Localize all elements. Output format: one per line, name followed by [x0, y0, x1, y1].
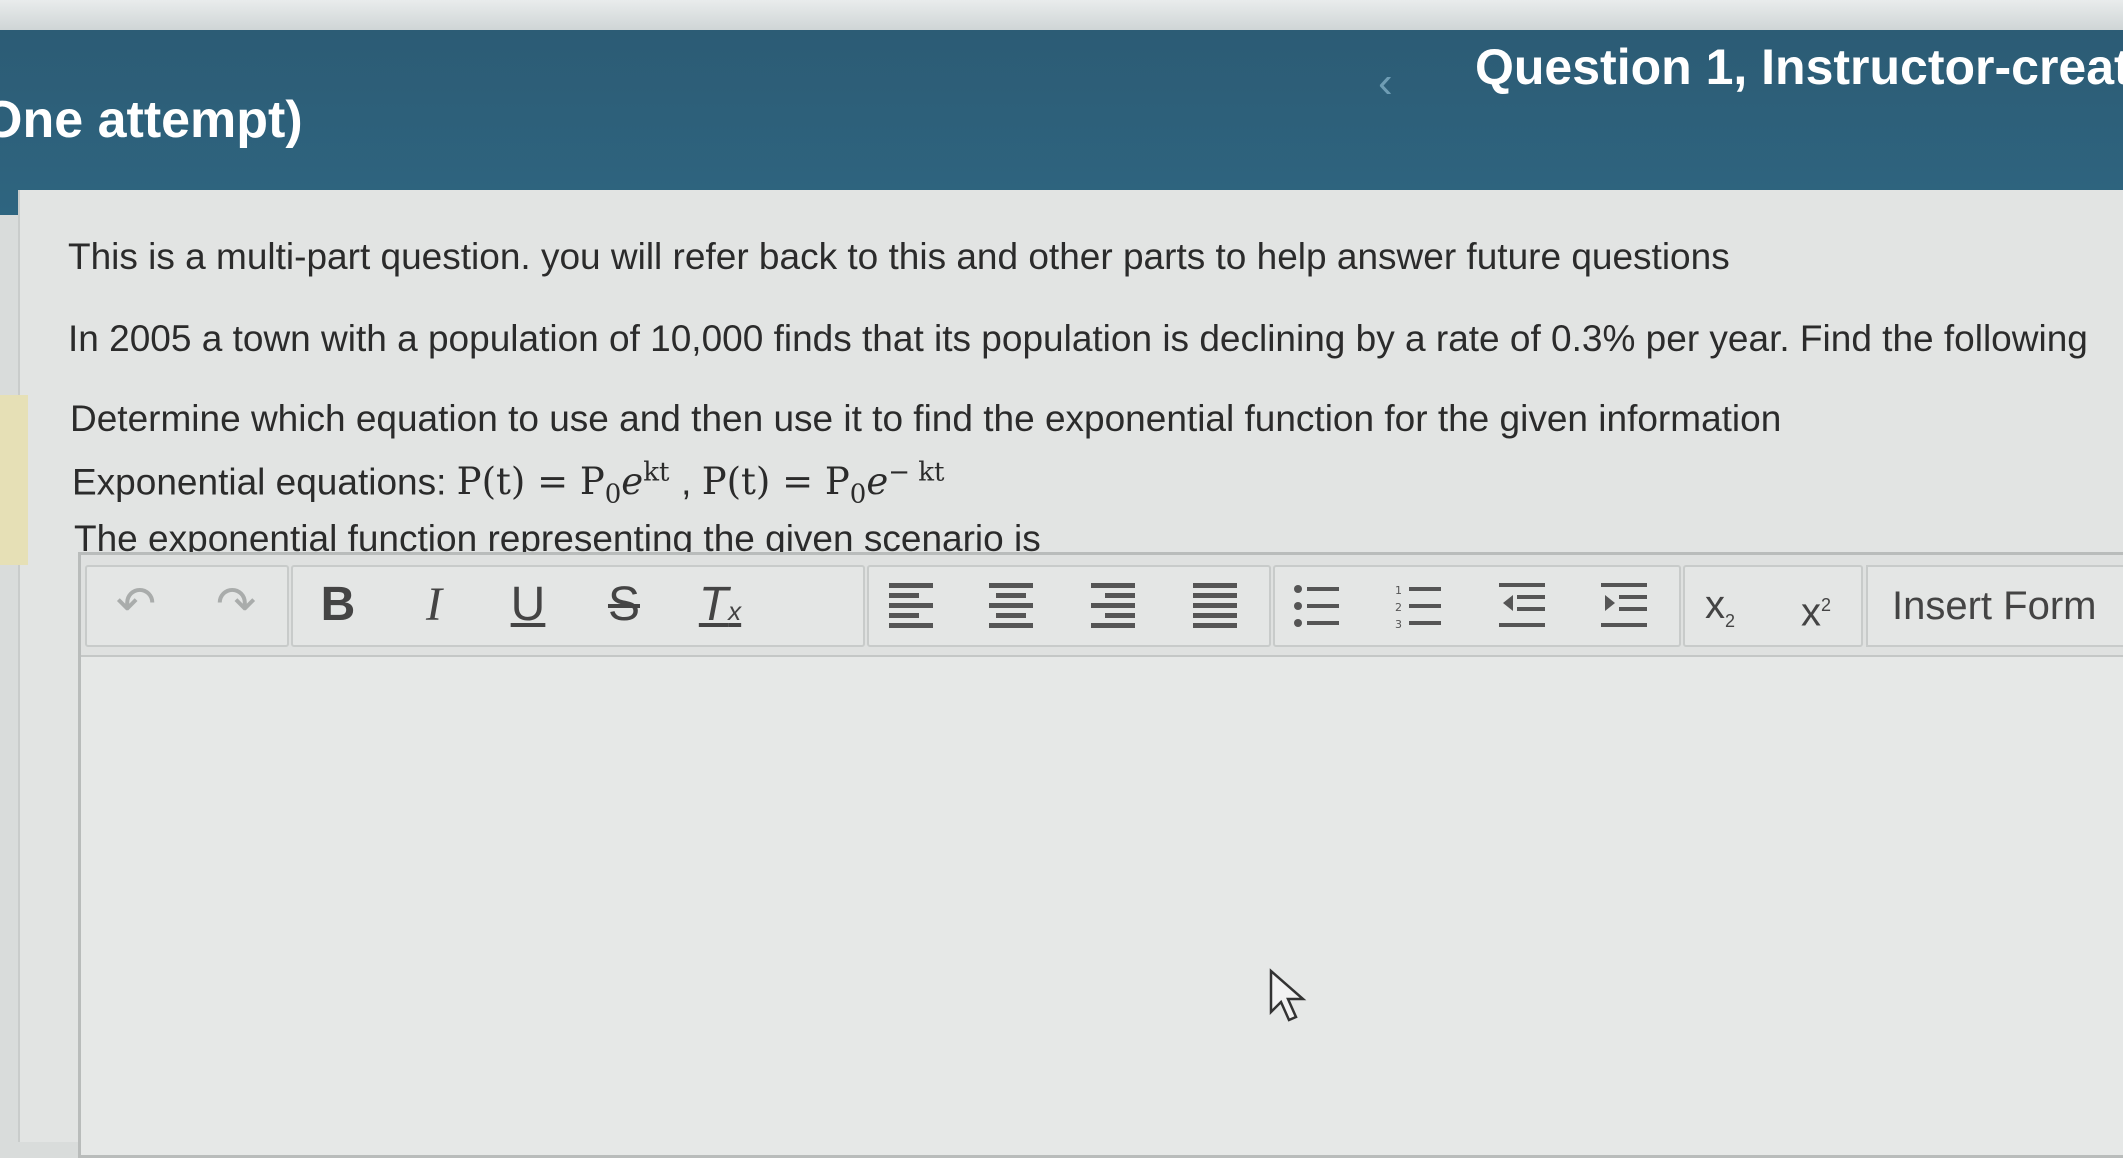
equations-line: Exponential equations: P(t) = P0ekt , P(…: [72, 458, 945, 510]
svg-text:2: 2: [1395, 601, 1402, 614]
superscript-button[interactable]: x2: [1781, 577, 1851, 634]
header-bar: One attempt) ‹ Question 1, Instructor-cr…: [0, 0, 2123, 215]
question-intro: This is a multi-part question. you will …: [68, 236, 1730, 277]
svg-text:1: 1: [1395, 584, 1402, 597]
indent-icon[interactable]: [1601, 583, 1647, 629]
equation-decay: P(t) = P0e− kt: [701, 458, 945, 510]
align-justify-icon[interactable]: [1193, 583, 1237, 629]
answer-text-area[interactable]: [81, 657, 2123, 1155]
editor-toolbar: ↶ ↷ B I U S Tx 1 2 3 x2 x2 Insert Form: [81, 555, 2123, 657]
question-instruction: Determine which equation to use and then…: [70, 398, 1782, 439]
bold-button[interactable]: B: [303, 577, 373, 633]
align-right-icon[interactable]: [1091, 583, 1135, 629]
mouse-pointer-icon: [1269, 968, 1307, 1022]
question-scenario: In 2005 a town with a population of 10,0…: [68, 318, 2088, 359]
question-title: Question 1, Instructor-creat: [1475, 39, 2123, 95]
equations-label: Exponential equations:: [72, 461, 447, 503]
underline-button[interactable]: U: [493, 577, 563, 633]
format-group: [291, 565, 865, 647]
align-center-icon[interactable]: [989, 583, 1033, 629]
svg-text:3: 3: [1395, 618, 1402, 629]
rich-text-editor: ↶ ↷ B I U S Tx 1 2 3 x2 x2 Insert Form: [78, 552, 2123, 1158]
numbered-list-icon[interactable]: 1 2 3: [1395, 583, 1441, 631]
align-left-icon[interactable]: [889, 583, 933, 629]
strikethrough-button[interactable]: S: [589, 577, 659, 633]
italic-button[interactable]: I: [399, 577, 469, 633]
equation-growth: P(t) = P0ekt: [456, 458, 670, 510]
outdent-icon[interactable]: [1499, 583, 1545, 629]
subscript-button[interactable]: x2: [1685, 577, 1755, 633]
clear-format-button[interactable]: Tx: [685, 577, 755, 633]
header-top-strip: [0, 0, 2123, 30]
attempt-label: One attempt): [0, 91, 303, 149]
redo-icon[interactable]: ↷: [201, 577, 271, 633]
equation-separator: ,: [681, 461, 692, 503]
bulleted-list-icon[interactable]: [1293, 583, 1339, 629]
insert-formula-button[interactable]: Insert Form: [1866, 565, 2123, 647]
undo-icon[interactable]: ↶: [101, 577, 171, 633]
left-accent-bar: [0, 395, 28, 565]
chevron-left-icon[interactable]: ‹: [1378, 58, 1393, 108]
